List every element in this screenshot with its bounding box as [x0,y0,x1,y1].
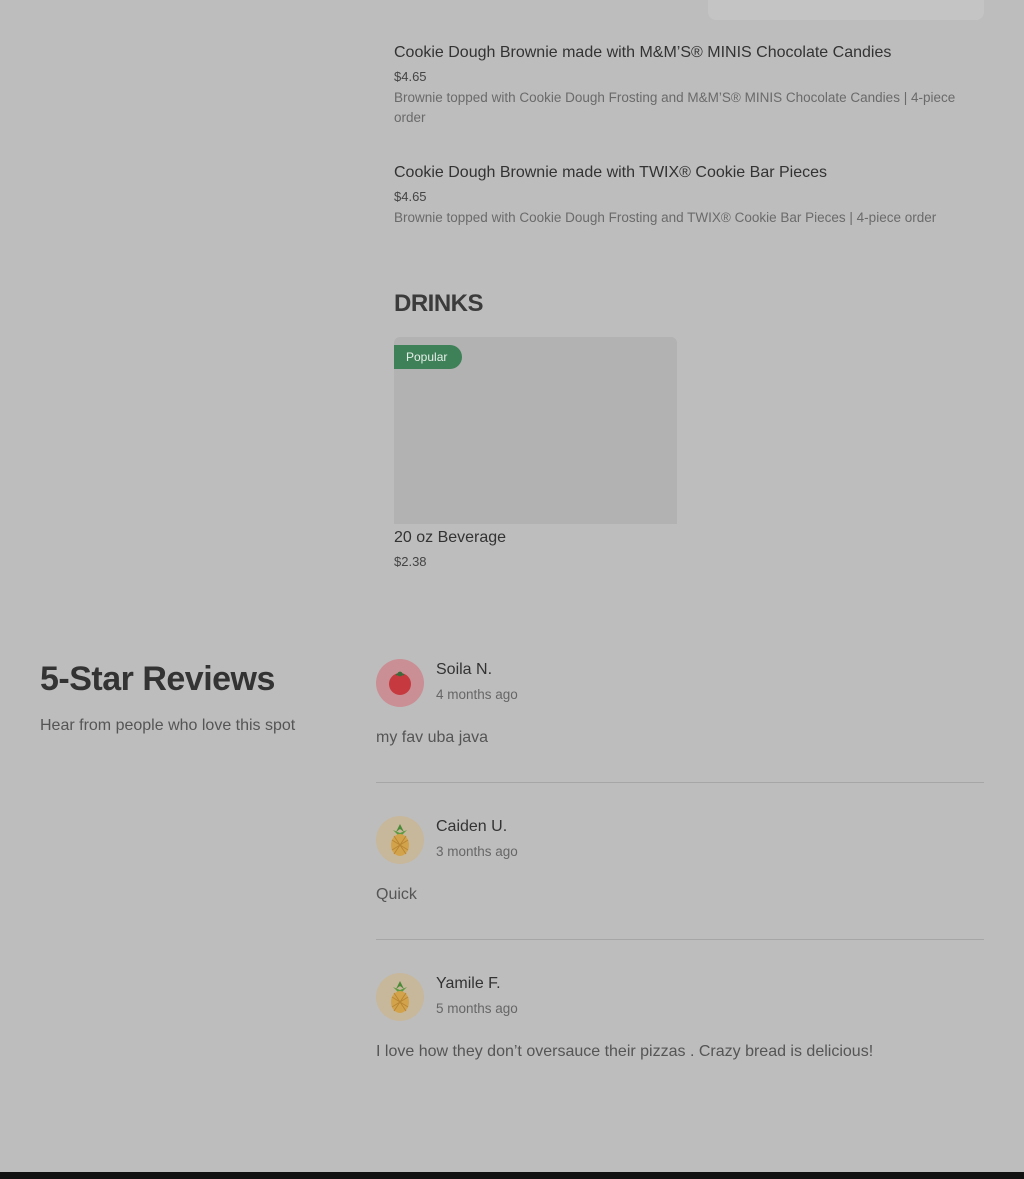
reviews-subtitle: Hear from people who love this spot [40,717,296,734]
divider [376,939,984,940]
menu-item[interactable]: Cookie Dough Brownie made with TWIX® Coo… [394,164,974,228]
review-text: I love how they don’t oversauce their pi… [376,1043,874,1060]
footer-bar [0,1172,1024,1179]
drink-item-price: $2.38 [394,554,427,569]
menu-item-price: $4.65 [394,189,427,204]
review-text: Quick [376,886,417,903]
menu-item-description: Brownie topped with Cookie Dough Frostin… [394,210,937,225]
drink-item-title[interactable]: 20 oz Beverage [394,529,506,547]
menu-item-title: Cookie Dough Brownie made with TWIX® Coo… [394,164,828,181]
avatar [376,659,424,707]
avatar [376,816,424,864]
avatar [376,973,424,1021]
reviewer-name: Soila N. [436,661,493,678]
section-title-drinks: DRINKS [394,290,484,317]
review-time: 3 months ago [436,844,518,859]
tomato-icon [389,671,411,695]
reviews-title: 5-Star Reviews [40,660,275,698]
pineapple-icon [391,981,409,1013]
menu-item-description: Brownie topped with Cookie Dough Frostin… [394,90,956,125]
menu-item-title: Cookie Dough Brownie made with M&M’S® MI… [394,44,892,61]
reviewer-name: Yamile F. [436,975,501,992]
popular-badge: Popular [394,345,462,369]
menu-item-card-partial[interactable] [708,0,984,20]
review-text: my fav uba java [376,729,489,746]
reviewer-name: Caiden U. [436,818,508,835]
menu-item[interactable]: Cookie Dough Brownie made with M&M’S® MI… [394,44,974,128]
review-time: 4 months ago [436,687,518,702]
divider [376,782,984,783]
pineapple-icon [391,824,409,856]
menu-item-price: $4.65 [394,69,427,84]
review-time: 5 months ago [436,1001,518,1016]
